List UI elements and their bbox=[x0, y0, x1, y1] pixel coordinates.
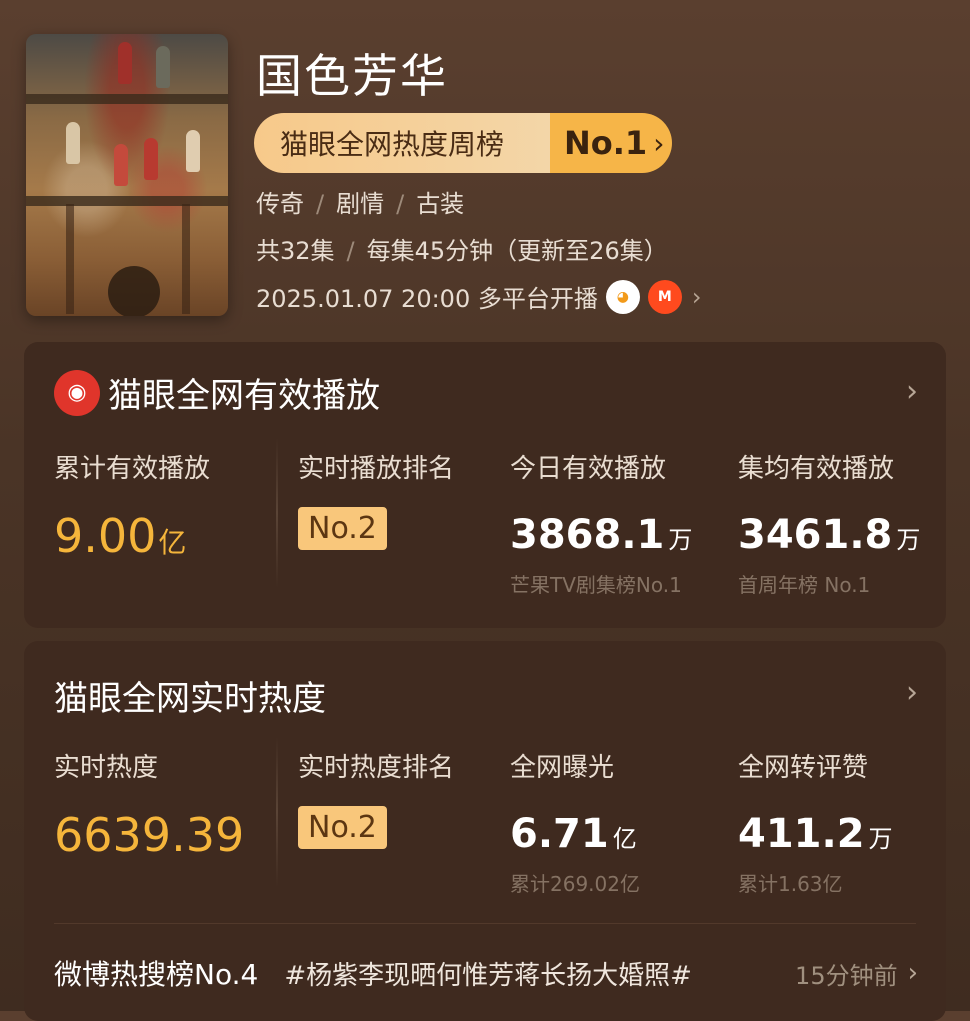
page-title: 国色芳华 bbox=[256, 49, 448, 103]
heat-rank-stat: 实时热度排名 No.2 bbox=[298, 747, 454, 849]
stat-label: 全网曝光 bbox=[510, 753, 615, 783]
heat-card: 猫眼全网实时热度 › 实时热度 6639.39 实时热度排名 No.2 全网曝光… bbox=[24, 641, 946, 1021]
weibo-hot-search-row[interactable]: 微博热搜榜No.4 #杨紫李现晒何惟芳蒋长扬大婚照# 15分钟前 › bbox=[54, 953, 918, 993]
chevron-right-icon: › bbox=[691, 282, 702, 311]
total-playback-stat: 累计有效播放 9.00亿 bbox=[54, 448, 210, 559]
stat-sub: 累计269.02亿 bbox=[510, 872, 640, 896]
chevron-right-icon: › bbox=[907, 958, 918, 988]
stat-label: 全网转评赞 bbox=[738, 753, 869, 783]
stat-sub: 首周年榜 No.1 bbox=[738, 573, 871, 597]
stat-label: 集均有效播放 bbox=[738, 454, 895, 484]
stat-sub: 累计1.63亿 bbox=[738, 872, 843, 896]
stat-value: 3868.1 bbox=[510, 512, 665, 558]
maoyan-cat-icon: ◉ bbox=[54, 369, 100, 416]
premiere-row[interactable]: 2025.01.07 20:00 多平台开播 ◕ M › bbox=[256, 279, 701, 314]
realtime-heat-stat: 实时热度 6639.39 bbox=[54, 747, 244, 858]
poster-title-seal bbox=[108, 266, 160, 316]
chevron-right-icon: › bbox=[653, 126, 665, 160]
genre-tag: 传奇 bbox=[256, 190, 304, 218]
genre-tag: 古装 bbox=[416, 190, 465, 218]
playback-card-title: 猫眼全网有效播放 bbox=[108, 376, 380, 416]
stat-label: 实时热度 bbox=[54, 753, 159, 783]
episode-count: 共32集 bbox=[256, 237, 335, 265]
stat-value: 9.00 bbox=[54, 509, 157, 563]
today-playback-stat: 今日有效播放 3868.1 万 芒果TV剧集榜No.1 bbox=[510, 448, 692, 598]
stat-unit: 万 bbox=[668, 526, 693, 554]
stat-value: 6639.39 bbox=[54, 808, 245, 862]
chevron-right-icon[interactable]: › bbox=[906, 374, 918, 409]
stat-unit: 万 bbox=[868, 825, 893, 853]
mango-tv-icon: ◕ bbox=[605, 279, 640, 314]
episode-duration: 每集45分钟（更新至26集） bbox=[366, 237, 668, 265]
heat-card-header[interactable]: 猫眼全网实时热度 bbox=[54, 671, 326, 720]
exposure-stat: 全网曝光 6.71 亿 累计269.02亿 bbox=[510, 747, 640, 897]
divider bbox=[276, 438, 278, 588]
poster-image[interactable] bbox=[26, 34, 228, 316]
divider bbox=[54, 923, 916, 924]
stat-label: 实时热度排名 bbox=[298, 753, 455, 783]
stat-value: 6.71 bbox=[510, 811, 609, 857]
stat-sub: 芒果TV剧集榜No.1 bbox=[510, 573, 682, 597]
weibo-hashtag: #杨紫李现晒何惟芳蒋长扬大婚照# bbox=[284, 960, 692, 991]
rank-badge: No.2 bbox=[298, 507, 387, 550]
genre-tag: 剧情 bbox=[336, 190, 385, 218]
stat-label: 今日有效播放 bbox=[510, 454, 667, 484]
rank-pill-value: No.1 bbox=[564, 124, 648, 162]
rank-badge: No.2 bbox=[298, 806, 387, 849]
playback-card-header[interactable]: ◉ 猫眼全网有效播放 bbox=[54, 368, 380, 417]
chevron-right-icon[interactable]: › bbox=[906, 675, 918, 710]
episode-info: 共32集 / 每集45分钟（更新至26集） bbox=[256, 237, 668, 265]
stat-unit: 亿 bbox=[158, 526, 187, 559]
stat-label: 实时播放排名 bbox=[298, 454, 455, 484]
premiere-text: 2025.01.07 20:00 多平台开播 bbox=[256, 285, 598, 313]
weekly-rank-pill[interactable]: 猫眼全网热度周榜 No.1 › bbox=[254, 113, 672, 173]
stat-label: 累计有效播放 bbox=[54, 454, 211, 484]
stat-unit: 亿 bbox=[612, 825, 637, 853]
rank-pill-value-wrap: No.1 › bbox=[550, 113, 672, 173]
genre-list: 传奇 / 剧情 / 古装 bbox=[256, 190, 465, 218]
weibo-rank-title: 微博热搜榜No.4 bbox=[54, 958, 259, 991]
divider bbox=[276, 737, 278, 887]
avg-playback-stat: 集均有效播放 3461.8 万 首周年榜 No.1 bbox=[738, 448, 920, 598]
stat-value: 411.2 bbox=[738, 811, 865, 857]
heat-card-title: 猫眼全网实时热度 bbox=[54, 679, 326, 719]
stat-unit: 万 bbox=[896, 526, 921, 554]
playback-rank-stat: 实时播放排名 No.2 bbox=[298, 448, 454, 550]
weibo-time: 15分钟前 bbox=[795, 961, 898, 990]
playback-card: ◉ 猫眼全网有效播放 › 累计有效播放 9.00亿 实时播放排名 No.2 今日… bbox=[24, 342, 946, 628]
engagement-stat: 全网转评赞 411.2 万 累计1.63亿 bbox=[738, 747, 893, 897]
rank-pill-label: 猫眼全网热度周榜 bbox=[254, 113, 550, 173]
mgtv-icon: M bbox=[647, 279, 682, 314]
stat-value: 3461.8 bbox=[738, 512, 893, 558]
